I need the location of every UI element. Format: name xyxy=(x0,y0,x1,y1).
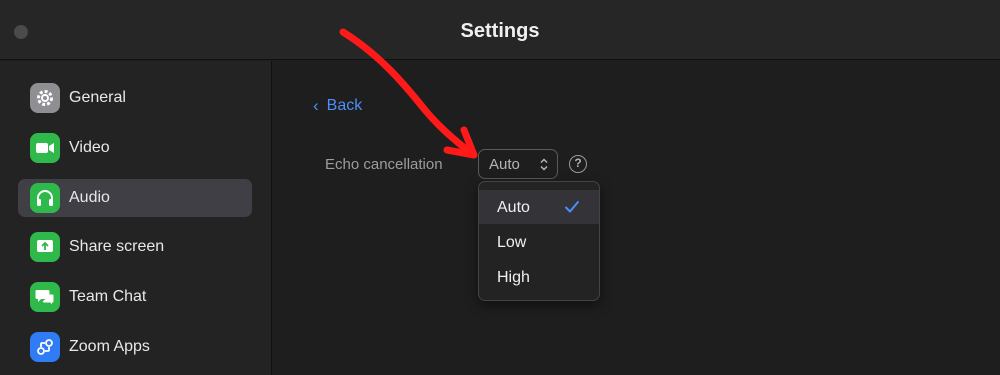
sidebar-item-label: Share screen xyxy=(69,238,165,255)
sidebar-item-label: Team Chat xyxy=(69,288,147,305)
checkmark-icon xyxy=(565,201,579,213)
select-value: Auto xyxy=(489,156,520,173)
sidebar-item-zoom-apps[interactable]: Zoom Apps xyxy=(18,328,252,366)
dropdown-option-high[interactable]: High xyxy=(479,260,599,294)
sidebar-item-label: Video xyxy=(69,139,110,156)
sidebar-item-share-screen[interactable]: Share screen xyxy=(18,228,252,266)
gear-icon xyxy=(30,83,60,113)
echo-cancellation-dropdown: Auto Low High xyxy=(478,181,600,301)
share-screen-icon xyxy=(30,232,60,262)
sidebar-item-label: Zoom Apps xyxy=(69,338,150,355)
sidebar-item-label: General xyxy=(69,89,126,106)
help-icon[interactable]: ? xyxy=(569,155,587,173)
audio-settings-panel: ‹ Back Echo cancellation Auto ? Auto Low… xyxy=(273,61,1000,375)
back-link[interactable]: ‹ Back xyxy=(313,96,362,116)
zoom-apps-icon xyxy=(30,332,60,362)
sidebar-item-video[interactable]: Video xyxy=(18,129,252,167)
echo-cancellation-select[interactable]: Auto xyxy=(478,149,558,179)
option-label: Low xyxy=(497,234,527,251)
sidebar-item-audio[interactable]: Audio xyxy=(18,179,252,217)
dropdown-option-low[interactable]: Low xyxy=(479,225,599,259)
sidebar-item-general[interactable]: General xyxy=(18,79,252,117)
window-title: Settings xyxy=(460,20,540,42)
echo-cancellation-label: Echo cancellation xyxy=(325,156,443,173)
option-label: High xyxy=(497,269,530,286)
settings-sidebar: General Video Audio Share screen Team Ch… xyxy=(0,61,272,375)
headphones-icon xyxy=(30,183,60,213)
back-label: Back xyxy=(326,97,363,114)
sidebar-item-label: Audio xyxy=(69,189,110,206)
video-camera-icon xyxy=(30,133,60,163)
sidebar-item-team-chat[interactable]: Team Chat xyxy=(18,278,252,316)
dropdown-option-auto[interactable]: Auto xyxy=(479,190,599,224)
title-bar: Settings xyxy=(0,0,1000,60)
option-label: Auto xyxy=(497,199,530,216)
chat-icon xyxy=(30,282,60,312)
chevron-left-icon: ‹ xyxy=(313,96,319,115)
chevron-up-down-icon xyxy=(540,158,548,171)
settings-window: Settings General Video Audio Share scree… xyxy=(0,0,1000,375)
